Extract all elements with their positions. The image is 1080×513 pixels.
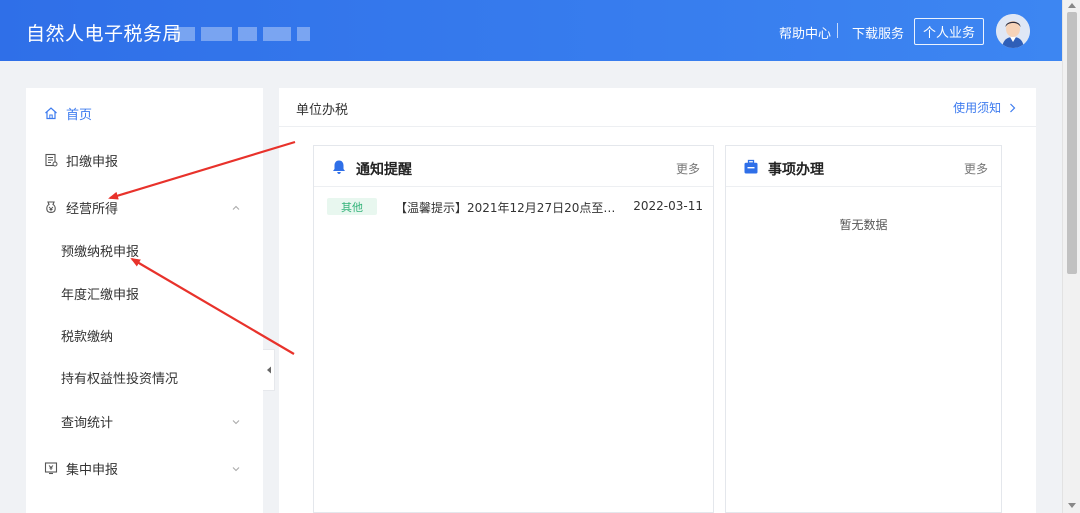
sidebar-item-centralized-declaration[interactable]: 集中申报 bbox=[26, 446, 263, 490]
help-center-link[interactable]: 帮助中心 bbox=[779, 23, 831, 42]
sidebar-subitem-label: 持有权益性投资情况 bbox=[61, 371, 179, 387]
briefcase-icon bbox=[743, 159, 759, 175]
sidebar: 首页 扣缴申报 经营所得 预缴纳税申报 年度汇缴申报 税款缴纳 持有权益性投资情… bbox=[26, 88, 263, 513]
top-header: 自然人电子税务局 帮助中心 下载服务 个人业务 bbox=[0, 0, 1062, 61]
user-avatar-icon[interactable] bbox=[996, 14, 1030, 48]
sidebar-collapse-toggle[interactable] bbox=[263, 349, 275, 391]
chevron-down-icon bbox=[231, 416, 241, 426]
empty-state-text: 暂无数据 bbox=[839, 218, 888, 232]
main-panel: 单位办税 使用须知 通知提醒 更多 其他 【温馨提示】2021年12月27日20… bbox=[279, 88, 1036, 513]
chevron-up-icon bbox=[231, 202, 241, 212]
notice-card-title: 通知提醒 bbox=[356, 162, 412, 178]
notice-more-link[interactable]: 更多 bbox=[676, 160, 700, 177]
money-bag-icon bbox=[44, 200, 58, 214]
notice-card: 通知提醒 更多 其他 【温馨提示】2021年12月27日20点至12... 20… bbox=[313, 145, 714, 513]
caret-left-icon bbox=[266, 363, 272, 378]
notice-card-header: 通知提醒 更多 bbox=[314, 146, 713, 187]
sidebar-item-label: 扣缴申报 bbox=[66, 154, 119, 170]
header-divider bbox=[837, 23, 838, 38]
sidebar-subitem-label: 年度汇缴申报 bbox=[61, 287, 140, 303]
redacted-region bbox=[174, 27, 310, 41]
category-tag: 其他 bbox=[327, 198, 377, 215]
bell-icon bbox=[331, 159, 347, 175]
sidebar-item-business-income[interactable]: 经营所得 bbox=[26, 185, 263, 229]
matters-card-header: 事项办理 更多 bbox=[726, 146, 1001, 187]
sidebar-item-withholding[interactable]: 扣缴申报 bbox=[26, 138, 263, 182]
sidebar-subitem-label: 税款缴纳 bbox=[61, 329, 114, 345]
sidebar-subitem-equity-investment[interactable]: 持有权益性投资情况 bbox=[26, 357, 263, 397]
sidebar-subitem-query-statistics[interactable]: 查询统计 bbox=[26, 401, 263, 441]
sidebar-subitem-prepayment-declaration[interactable]: 预缴纳税申报 bbox=[26, 230, 263, 270]
usage-notes-link[interactable]: 使用须知 bbox=[953, 99, 1016, 116]
matters-more-link[interactable]: 更多 bbox=[964, 160, 988, 177]
main-header: 单位办税 使用须知 bbox=[279, 88, 1036, 127]
sidebar-subitem-label: 查询统计 bbox=[61, 415, 114, 431]
scroll-down-arrow-icon[interactable] bbox=[1068, 503, 1076, 508]
sidebar-subitem-tax-payment[interactable]: 税款缴纳 bbox=[26, 315, 263, 355]
matters-card: 事项办理 更多 暂无数据 bbox=[725, 145, 1002, 513]
document-icon bbox=[44, 153, 58, 167]
notice-date: 2022-03-11 bbox=[633, 199, 703, 213]
home-icon bbox=[44, 106, 58, 120]
list-item[interactable]: 其他 【温馨提示】2021年12月27日20点至12... 2022-03-11 bbox=[314, 196, 713, 218]
page-title: 单位办税 bbox=[296, 103, 349, 118]
sidebar-item-home[interactable]: 首页 bbox=[26, 91, 263, 135]
personal-business-button[interactable]: 个人业务 bbox=[914, 18, 984, 45]
scrollbar-thumb[interactable] bbox=[1067, 12, 1077, 274]
sidebar-subitem-annual-settlement[interactable]: 年度汇缴申报 bbox=[26, 273, 263, 313]
sidebar-subitem-label: 预缴纳税申报 bbox=[61, 244, 140, 260]
sidebar-item-label: 经营所得 bbox=[66, 201, 119, 217]
sidebar-item-label: 集中申报 bbox=[66, 462, 119, 478]
page-scrollbar[interactable] bbox=[1062, 0, 1080, 513]
usage-notes-label: 使用须知 bbox=[953, 101, 1002, 115]
sidebar-item-label: 首页 bbox=[66, 107, 93, 123]
scroll-up-arrow-icon[interactable] bbox=[1068, 3, 1076, 8]
monitor-icon bbox=[44, 461, 58, 475]
download-service-link[interactable]: 下载服务 bbox=[852, 23, 904, 42]
notice-text[interactable]: 【温馨提示】2021年12月27日20点至12... bbox=[395, 199, 621, 216]
chevron-right-icon bbox=[1009, 102, 1016, 116]
app-title: 自然人电子税务局 bbox=[26, 23, 183, 45]
chevron-down-icon bbox=[231, 463, 241, 473]
matters-card-title: 事项办理 bbox=[768, 162, 824, 178]
